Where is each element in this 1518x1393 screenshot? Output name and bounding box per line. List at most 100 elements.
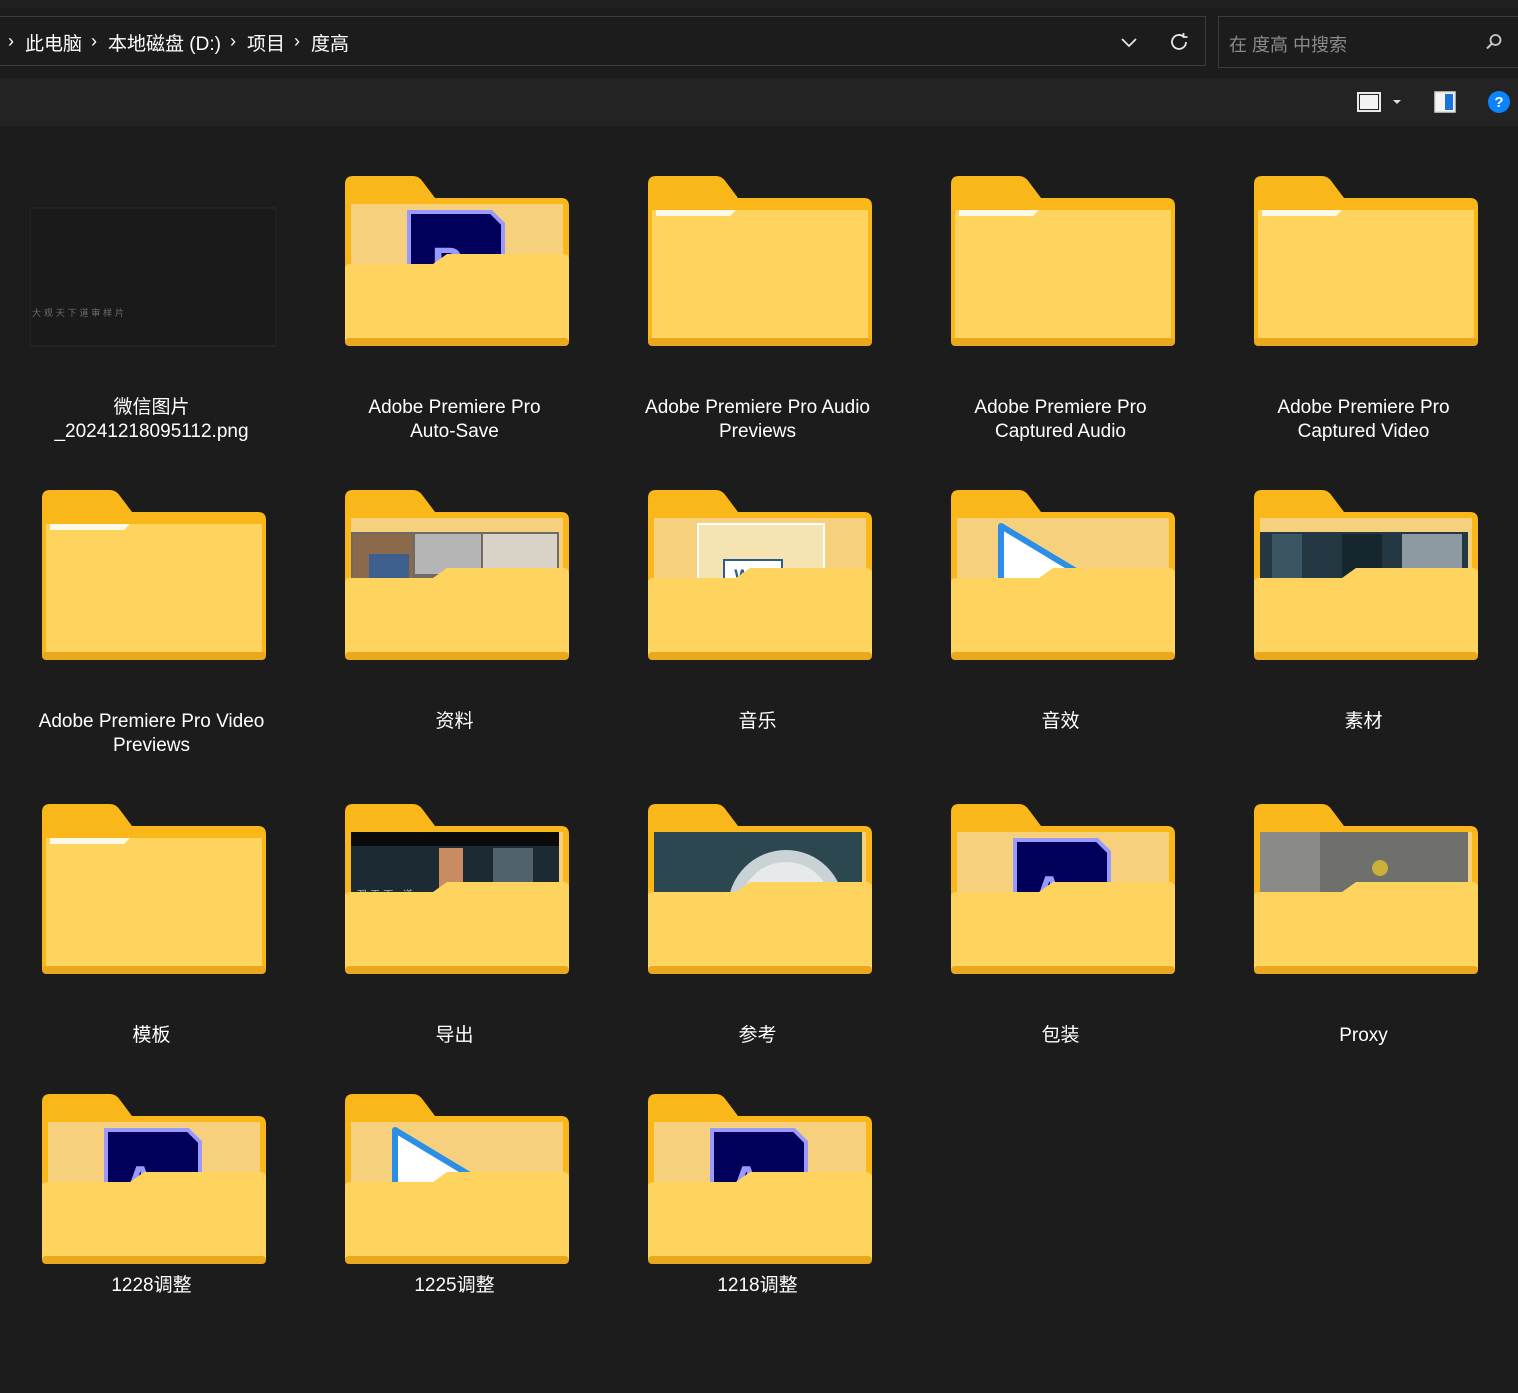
folder-item[interactable]: 音效 (909, 484, 1212, 766)
folder-front (345, 568, 569, 656)
folder-item[interactable]: 参考 (606, 798, 909, 1080)
item-name: 音乐 (738, 711, 777, 732)
item-name: Proxy (1339, 1025, 1388, 1046)
folder-item[interactable]: 资料 (303, 484, 606, 766)
folder-icon-wrap (1252, 170, 1480, 350)
breadcrumb-item-this-pc[interactable]: 此电脑 (25, 29, 82, 56)
folder-icon-wrap: Ae (40, 1088, 268, 1268)
preview-pane-icon[interactable] (1432, 89, 1458, 115)
folder-edge (345, 1256, 569, 1264)
folder-paper (959, 210, 1039, 216)
folder-icon-wrap: Pr (343, 170, 571, 350)
folder-paper (50, 524, 130, 530)
folder-item[interactable]: 模板 (0, 798, 303, 1080)
folder-icon: Ae (951, 804, 1175, 974)
folder-item[interactable]: Pr Adobe Premiere Pro Auto-Save (303, 170, 606, 452)
folder-icon-wrap (949, 484, 1177, 664)
breadcrumb-item-current[interactable]: 度高 (311, 29, 349, 56)
folder-icon (1254, 176, 1478, 346)
folder-edge (648, 966, 872, 974)
folder-item[interactable]: WAV 音乐 (606, 484, 909, 766)
search-icon[interactable] (1483, 31, 1505, 53)
item-name: Adobe Premiere Pro Auto-Save (368, 397, 541, 442)
refresh-icon[interactable] (1166, 29, 1192, 55)
chevron-right-icon[interactable]: › (230, 31, 236, 52)
folder-item[interactable]: Ae 1228调整 (0, 1088, 303, 1330)
folder-edge (951, 338, 1175, 346)
folder-item[interactable]: Proxy (1212, 798, 1515, 1080)
image-thumbnail-wrap: 大 观 天 下 道 审 样 片 (29, 170, 277, 350)
file-item[interactable]: 大 观 天 下 道 审 样 片微信图片 _20241218095112.png (0, 170, 303, 452)
file-grid: 大 观 天 下 道 审 样 片微信图片 _20241218095112.pngP… (0, 126, 1518, 1393)
item-name: Adobe Premiere Pro Video Previews (38, 711, 265, 756)
item-name: 素材 (1344, 711, 1383, 732)
folder-item[interactable]: Adobe Premiere Pro Captured Video (1212, 170, 1515, 452)
item-name: 微信图片 _20241218095112.png (54, 397, 249, 442)
folder-front (42, 1172, 266, 1260)
folder-icon (345, 1094, 569, 1264)
item-name: 音效 (1041, 711, 1080, 732)
folder-icon (345, 490, 569, 660)
view-icon[interactable] (1355, 89, 1383, 115)
video-thumbnail (351, 832, 559, 846)
folder-icon-wrap (40, 484, 268, 664)
folder-front (46, 524, 262, 656)
folder-icon-wrap (1252, 798, 1480, 978)
folder-icon: Ae (648, 1094, 872, 1264)
image-caption: 大 观 天 下 道 审 样 片 (32, 307, 124, 319)
folder-front (648, 882, 872, 970)
image-thumbnail: 大 观 天 下 道 审 样 片 (29, 207, 277, 347)
help-icon[interactable]: ? (1486, 89, 1512, 115)
folder-icon (42, 804, 266, 974)
search-box[interactable]: 在 度高 中搜索 (1218, 16, 1518, 68)
search-input[interactable]: 在 度高 中搜索 (1229, 31, 1347, 57)
breadcrumb-item-project[interactable]: 项目 (247, 29, 285, 56)
folder-icon-wrap: Ae (646, 1088, 874, 1268)
folder-front (652, 210, 868, 342)
folder-icon-wrap (343, 1088, 571, 1268)
view-dropdown-icon[interactable] (1390, 89, 1404, 115)
folder-item[interactable]: Adobe Premiere Pro Video Previews (0, 484, 303, 766)
folder-icon (951, 176, 1175, 346)
svg-text:?: ? (1494, 94, 1503, 111)
chevron-right-icon[interactable]: › (294, 31, 300, 52)
item-name: 模板 (132, 1025, 171, 1046)
folder-item[interactable]: Ae 1218调整 (606, 1088, 909, 1330)
folder-edge (648, 338, 872, 346)
folder-item[interactable]: Adobe Premiere Pro Audio Previews (606, 170, 909, 452)
chevron-down-icon[interactable] (1116, 29, 1142, 55)
breadcrumb: › 此电脑 › 本地磁盘 (D:) › 项目 › 度高 (8, 17, 349, 67)
address-bar[interactable]: › 此电脑 › 本地磁盘 (D:) › 项目 › 度高 (0, 16, 1206, 66)
folder-paper (50, 838, 130, 844)
folder-icon-wrap: Ae (949, 798, 1177, 978)
folder-item[interactable]: 素材 (1212, 484, 1515, 766)
folder-icon (648, 176, 872, 346)
folder-icon: WAV (648, 490, 872, 660)
folder-edge (42, 1256, 266, 1264)
folder-front (345, 254, 569, 342)
photo-thumbnail (369, 554, 409, 580)
folder-front (46, 838, 262, 970)
folder-front (345, 882, 569, 970)
folder-edge (345, 652, 569, 660)
breadcrumb-item-drive-d[interactable]: 本地磁盘 (D:) (108, 29, 221, 56)
proxy-thumbnail (1372, 860, 1388, 876)
item-name: 资料 (435, 711, 474, 732)
folder-item[interactable]: Adobe Premiere Pro Captured Audio (909, 170, 1212, 452)
folder-front (648, 568, 872, 656)
folder-edge (1254, 966, 1478, 974)
item-name: Adobe Premiere Pro Captured Video (1277, 397, 1450, 442)
folder-edge (951, 652, 1175, 660)
folder-paper (656, 210, 736, 216)
folder-item[interactable]: 1225调整 (303, 1088, 606, 1330)
folder-icon (951, 490, 1175, 660)
chevron-right-icon[interactable]: › (8, 31, 14, 52)
item-name: Adobe Premiere Pro Captured Audio (974, 397, 1147, 442)
folder-item[interactable]: 观 天 下 · 道导出 (303, 798, 606, 1080)
item-name: 包装 (1041, 1025, 1080, 1046)
folder-icon: Ae (42, 1094, 266, 1264)
chevron-right-icon[interactable]: › (91, 31, 97, 52)
folder-item[interactable]: Ae 包装 (909, 798, 1212, 1080)
folder-icon (1254, 804, 1478, 974)
item-name: 1228调整 (111, 1275, 192, 1296)
